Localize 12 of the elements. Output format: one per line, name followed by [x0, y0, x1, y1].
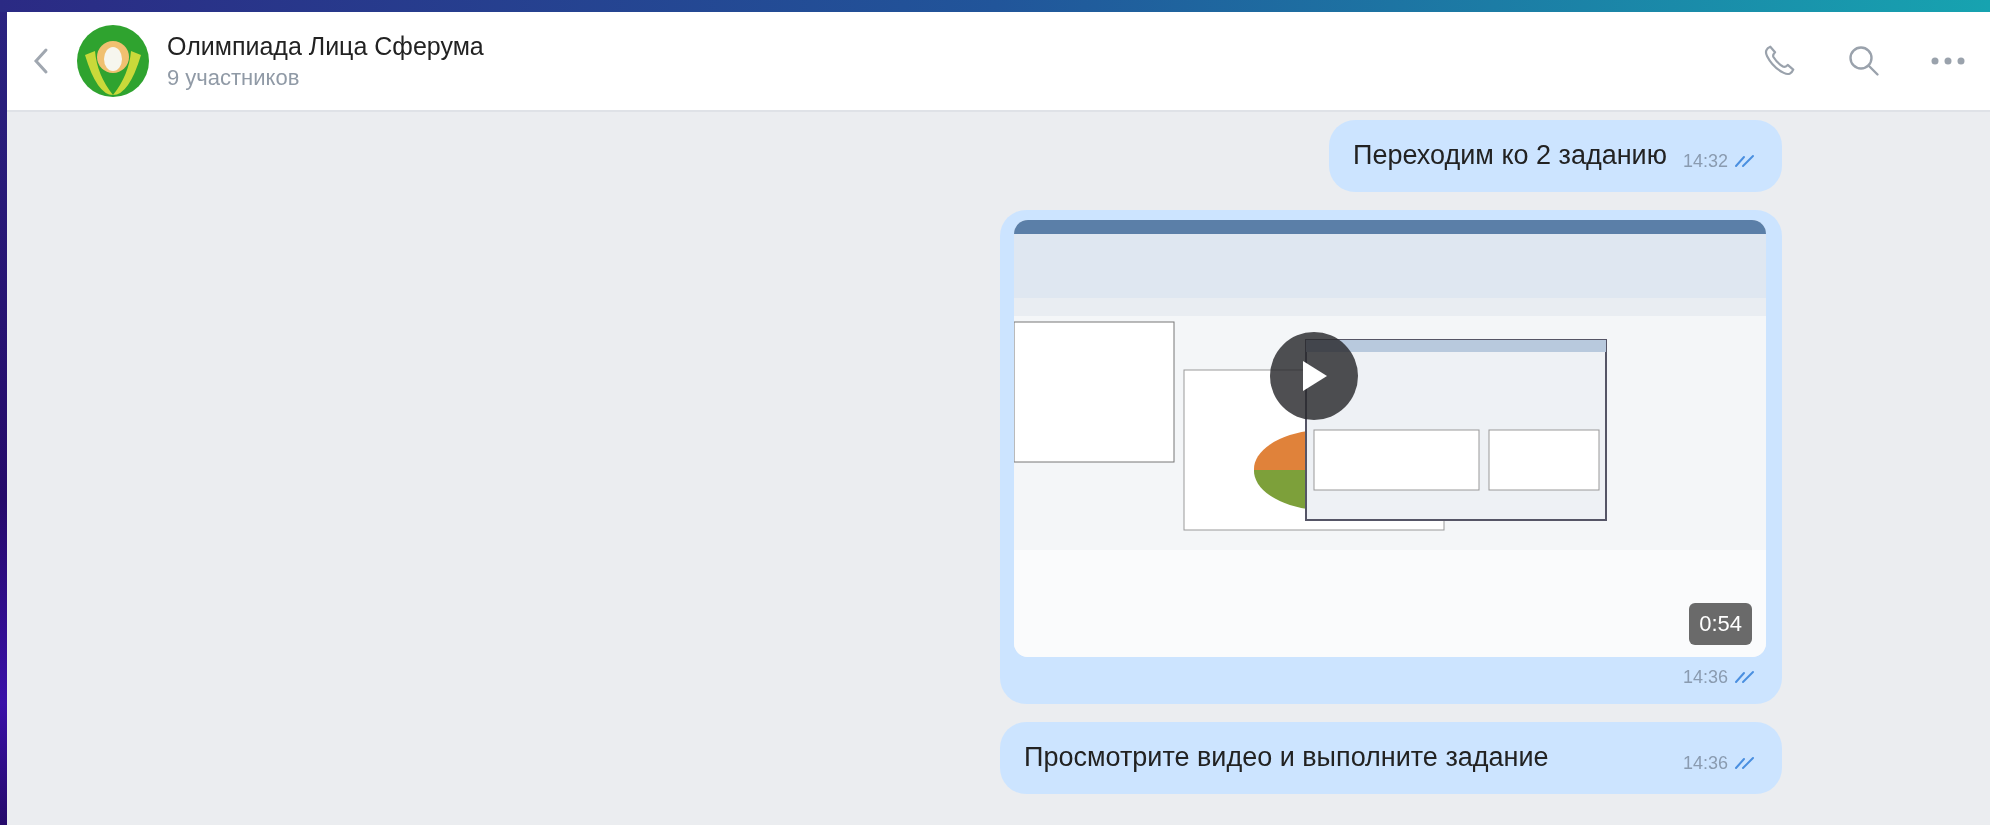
group-avatar[interactable] — [77, 25, 149, 97]
more-icon — [1930, 56, 1966, 66]
search-icon — [1846, 43, 1882, 79]
message-text: Просмотрите видео и выполните задание — [1024, 741, 1550, 774]
chat-title: Олимпиада Лица Сферума — [167, 31, 485, 61]
video-duration: 0:54 — [1689, 603, 1752, 645]
message-time: 14:32 — [1682, 151, 1728, 171]
chevron-left-icon — [33, 47, 49, 75]
member-count: 9 участников — [167, 65, 301, 91]
message-text: Переходим ко 2 заданию — [1353, 139, 1667, 172]
message-time: 14:36 — [1682, 753, 1728, 773]
message-time: 14:36 — [1682, 667, 1728, 687]
